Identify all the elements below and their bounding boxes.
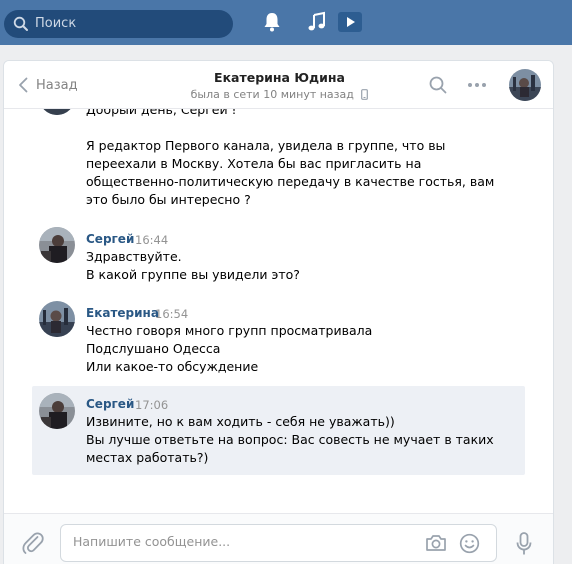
contact-status: была в сети 10 минут назад [4,88,553,101]
mobile-icon [361,89,369,100]
dialog-header: Назад Екатерина Юдина была в сети 10 мин… [4,61,553,109]
bell-icon[interactable] [262,11,282,33]
message-text: Я редактор Первого канала, увидела в гру… [86,138,446,153]
search-placeholder: Поиск [35,16,77,31]
message-text: Здравствуйте. [86,249,182,264]
avatar[interactable] [39,393,75,429]
message-text: Честно говоря много групп просматривала [86,323,373,338]
status-text: была в сети 10 минут назад [190,88,354,101]
message-text: Извините, но к вам ходить - себя не уваж… [86,414,395,429]
message-input-box[interactable] [60,524,497,562]
message-text: Подслушано Одесса [86,341,221,356]
more-icon[interactable] [467,82,487,88]
message-time: 17:06 [135,398,169,412]
play-icon[interactable] [338,11,362,33]
avatar[interactable] [39,109,75,115]
message-text: это было бы интересно ? [86,192,251,207]
search-field[interactable]: Поиск [4,10,233,38]
message-author[interactable]: Сергей [86,232,134,246]
search-icon [13,16,28,31]
search-messages-icon[interactable] [429,76,447,94]
message-time: 16:44 [135,233,169,247]
message-author[interactable]: Екатерина [86,306,159,320]
avatar[interactable] [39,227,75,263]
message-text: Или какое-то обсуждение [86,359,259,374]
dialog-panel: Назад Екатерина Юдина была в сети 10 мин… [3,60,554,564]
smile-icon[interactable] [459,533,480,554]
contact-avatar[interactable] [509,69,541,101]
message-text: переехали в Москву. Хотела бы вас пригла… [86,156,422,171]
message-author[interactable]: Сергей [86,397,134,411]
attach-icon[interactable] [22,531,44,555]
message-text: В какой группе вы увидели это? [86,267,300,282]
top-bar: Поиск [0,0,572,45]
avatar[interactable] [39,301,75,337]
composer [4,513,553,564]
message-time: 16:54 [155,307,189,321]
messages-list: Добрый день, Сергей ! Я редактор Первого… [4,109,553,513]
microphone-icon[interactable] [516,532,532,556]
music-icon[interactable] [307,11,327,33]
message-text: общественно-политическую передачу в каче… [86,174,495,189]
page-background-strip [554,45,572,564]
message-text: Добрый день, Сергей ! [86,109,237,117]
camera-icon[interactable] [425,533,447,553]
message-input[interactable] [73,534,413,549]
message-text: Вы лучше ответьте на вопрос: Вас совесть… [86,432,494,447]
message-text: местах работать?) [86,450,209,465]
